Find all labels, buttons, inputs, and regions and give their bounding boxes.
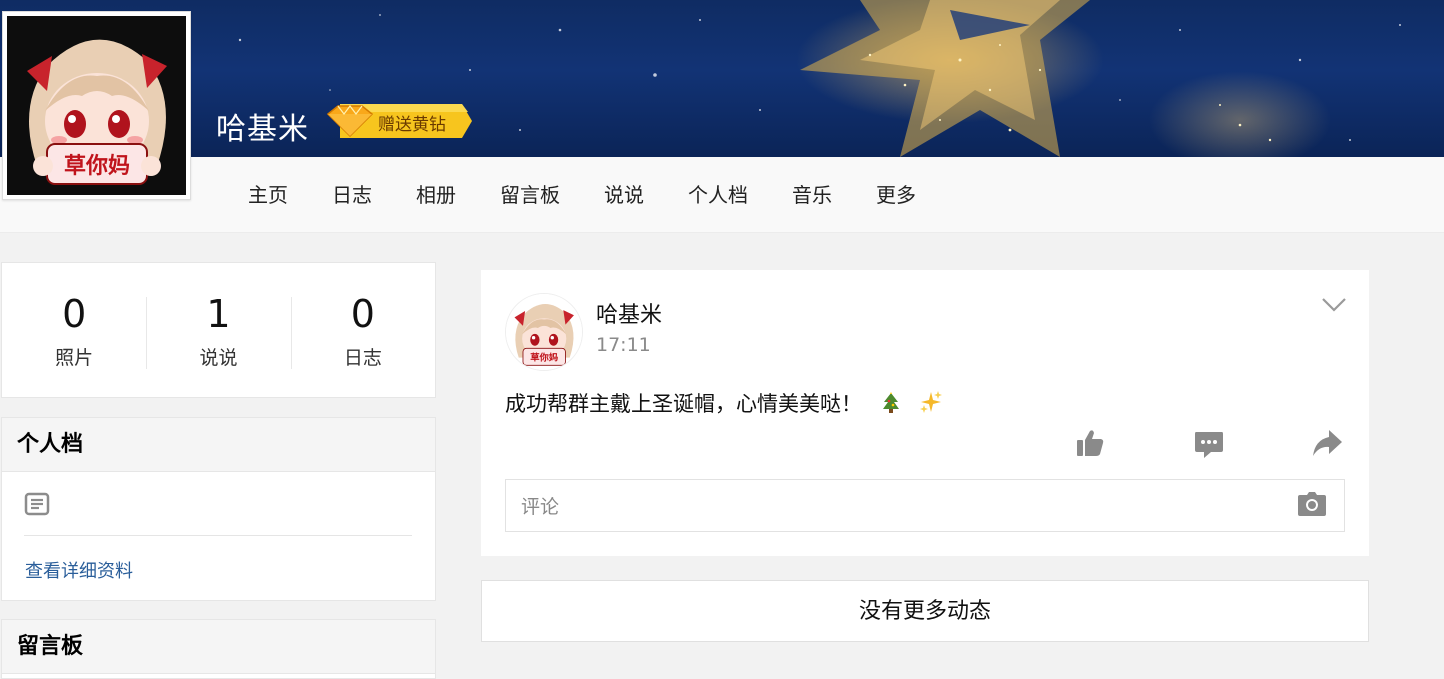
- stat-value: 0: [62, 292, 87, 336]
- feed-post: 草你妈 哈基米 17:11 成功帮群主戴上圣诞帽，心情美美哒！: [481, 270, 1369, 556]
- stats-card: 0 照片 1 说说 0 日志: [1, 262, 436, 398]
- main-nav: 主页 日志 相册 留言板 说说 个人档 音乐 更多: [226, 180, 938, 210]
- post-content: 成功帮群主戴上圣诞帽，心情美美哒！: [505, 388, 943, 419]
- like-thumb-icon[interactable]: [1075, 428, 1105, 462]
- guestbook-card: 留言板: [1, 619, 436, 679]
- share-arrow-icon[interactable]: [1311, 428, 1343, 462]
- nav-moments[interactable]: 说说: [582, 180, 666, 210]
- nav-home[interactable]: 主页: [226, 180, 310, 210]
- post-author-avatar[interactable]: 草你妈: [505, 293, 583, 371]
- profile-username: 哈基米: [216, 112, 309, 147]
- no-more-updates: 没有更多动态: [481, 580, 1369, 642]
- sparkles-icon: [919, 390, 943, 419]
- stat-label: 日志: [343, 347, 382, 369]
- nav-music[interactable]: 音乐: [770, 180, 854, 210]
- stat-photos[interactable]: 0 照片: [2, 263, 146, 397]
- nav-blog[interactable]: 日志: [310, 180, 394, 210]
- comment-bubble-icon[interactable]: [1193, 428, 1225, 464]
- post-text: 成功帮群主戴上圣诞帽，心情美美哒！: [505, 392, 862, 416]
- stat-blogs[interactable]: 0 日志: [290, 263, 435, 397]
- avatar-sign-text: 草你妈: [530, 352, 558, 364]
- anime-girl-avatar-icon: 草你妈: [7, 16, 186, 195]
- christmas-tree-icon: [881, 392, 901, 419]
- nav-album[interactable]: 相册: [394, 180, 478, 210]
- stat-label: 照片: [55, 347, 94, 369]
- gift-yellow-diamond-button[interactable]: 赠送黄钻: [326, 104, 472, 138]
- stat-value: 1: [206, 292, 231, 336]
- comment-field: [505, 479, 1345, 533]
- profile-avatar[interactable]: 草你妈: [2, 11, 191, 200]
- chevron-down-icon[interactable]: [1321, 297, 1347, 317]
- nav-more[interactable]: 更多: [854, 180, 938, 210]
- stat-moments[interactable]: 1 说说: [146, 263, 290, 397]
- post-author-name[interactable]: 哈基米: [596, 297, 662, 329]
- gift-badge-label: 赠送黄钻: [378, 115, 446, 135]
- stat-value: 0: [350, 292, 375, 336]
- view-details-link[interactable]: 查看详细资料: [25, 557, 133, 583]
- divider: [24, 535, 412, 536]
- stat-label: 说说: [199, 347, 238, 369]
- document-icon: [24, 492, 50, 520]
- camera-icon[interactable]: [1298, 492, 1326, 520]
- nav-profile[interactable]: 个人档: [666, 180, 770, 210]
- guestbook-card-title: 留言板: [2, 620, 435, 674]
- avatar-sign-text: 草你妈: [64, 153, 130, 179]
- comment-input[interactable]: [506, 480, 1283, 533]
- profile-card-title: 个人档: [2, 418, 435, 472]
- nav-guestbook[interactable]: 留言板: [478, 180, 582, 210]
- anime-girl-avatar-icon: 草你妈: [506, 294, 582, 370]
- profile-card: 个人档 查看详细资料: [1, 417, 436, 601]
- post-timestamp: 17:11: [596, 334, 651, 356]
